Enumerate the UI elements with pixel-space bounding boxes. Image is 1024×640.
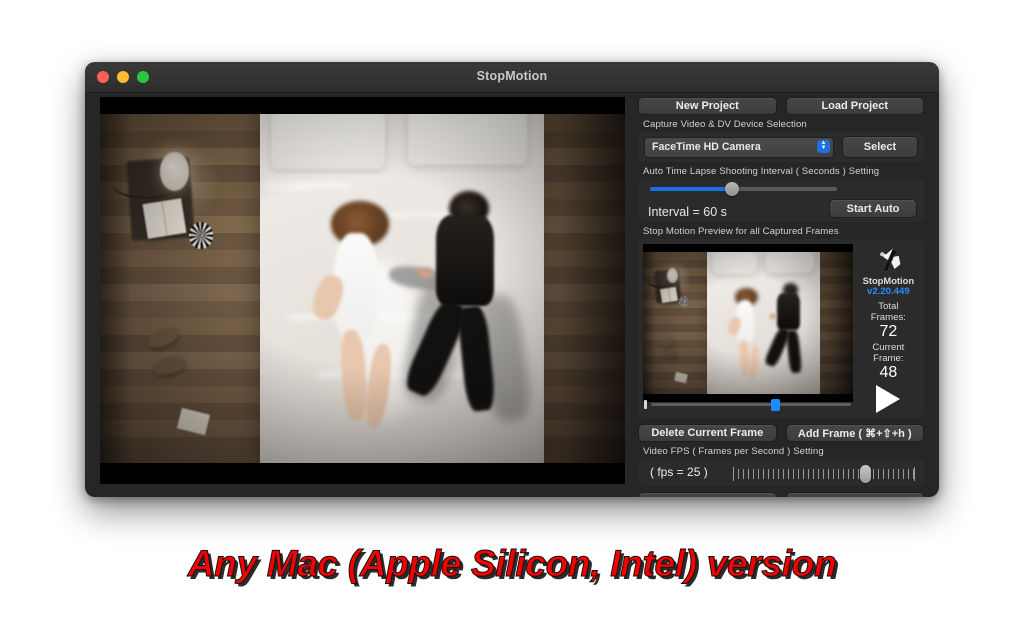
delete-current-frame-button[interactable]: Delete Current Frame — [638, 424, 777, 442]
window-titlebar[interactable]: StopMotion — [85, 62, 939, 93]
interval-slider[interactable] — [650, 182, 837, 196]
preview-section-label: Stop Motion Preview for all Captured Fra… — [643, 226, 839, 237]
scrubber-thumb[interactable] — [771, 399, 781, 411]
preview-info-column: StopMotion v2.20.449 Total Frames: 72 Cu… — [858, 244, 919, 413]
play-button-icon[interactable] — [876, 385, 901, 413]
add-frame-button[interactable]: Add Frame ( ⌘+⇧+h ) — [785, 424, 924, 442]
frame-thumbnail[interactable] — [643, 244, 853, 402]
fps-value-text: ( fps = 25 ) — [650, 465, 708, 479]
total-frames-label-1: Total — [878, 301, 899, 312]
frame-actions-row: Delete Current Frame Add Frame ( ⌘+⇧+h ) — [638, 424, 924, 442]
current-frame-label-2: Frame: — [873, 353, 904, 364]
window-title: StopMotion — [476, 69, 548, 83]
app-name-label: StopMotion — [862, 275, 915, 286]
select-device-button[interactable]: Select — [842, 136, 918, 158]
project-buttons-row: New Project Load Project — [638, 97, 924, 115]
app-version-label: v2.20.449 — [866, 286, 910, 297]
app-window: StopMotion New Project Load Project Capt… — [85, 62, 939, 497]
video-frame-image — [100, 114, 625, 463]
interval-slider-knob[interactable] — [725, 182, 740, 196]
frame-scrubber[interactable] — [643, 399, 853, 411]
scrubber-start-tick — [644, 400, 647, 409]
start-auto-button[interactable]: Start Auto — [829, 199, 917, 218]
screenshot-root: StopMotion New Project Load Project Capt… — [0, 0, 1024, 640]
load-project-button[interactable]: Load Project — [785, 97, 924, 115]
live-video-preview[interactable] — [100, 97, 625, 484]
window-body: New Project Load Project Capture Video &… — [85, 93, 939, 497]
control-rail: New Project Load Project Capture Video &… — [638, 97, 924, 497]
current-frame-label-1: Current — [872, 342, 905, 353]
interval-section-label: Auto Time Lapse Shooting Interval ( Seco… — [643, 166, 880, 177]
new-project-button[interactable]: New Project — [638, 97, 777, 115]
device-popup-button[interactable]: FaceTime HD Camera ▲ ▼ — [644, 136, 834, 158]
chevron-up-down-icon[interactable]: ▲ ▼ — [817, 139, 830, 153]
letterbox-bottom — [100, 463, 625, 484]
thumbnail-frame-image — [643, 252, 853, 394]
scrubber-track[interactable] — [651, 403, 851, 406]
fps-slider-ticks[interactable] — [733, 467, 915, 481]
fps-section-label: Video FPS ( Frames per Second ) Setting — [643, 446, 824, 457]
preview-left-column — [643, 244, 853, 413]
dancer-silhouette-icon — [880, 248, 901, 272]
compile-save-movie-button[interactable]: Compile & Save Movie — [785, 492, 924, 497]
current-frame-value: 48 — [879, 364, 898, 381]
interval-slider-fill — [650, 187, 733, 191]
letterbox-top — [100, 97, 625, 114]
preview-group: StopMotion v2.20.449 Total Frames: 72 Cu… — [638, 239, 924, 418]
total-frames-label-2: Frames: — [870, 312, 906, 323]
fps-slider-knob[interactable] — [859, 465, 871, 483]
interval-value-text: Interval = 60 s — [648, 205, 727, 219]
device-selection-group: FaceTime HD Camera ▲ ▼ Select — [638, 132, 924, 162]
device-selected-value: FaceTime HD Camera — [652, 141, 761, 153]
export-row: Add frame from file Compile & Save Movie — [638, 492, 924, 497]
interval-group: Interval = 60 s Start Auto — [638, 179, 924, 222]
total-frames-value: 72 — [879, 323, 898, 340]
vignette — [100, 114, 625, 463]
fps-group: ( fps = 25 ) — [638, 459, 924, 486]
add-frame-from-file-button[interactable]: Add frame from file — [638, 492, 777, 497]
caption-text: Any Mac (Apple Silicon, Intel) version — [187, 543, 837, 585]
device-section-label: Capture Video & DV Device Selection — [643, 119, 807, 130]
